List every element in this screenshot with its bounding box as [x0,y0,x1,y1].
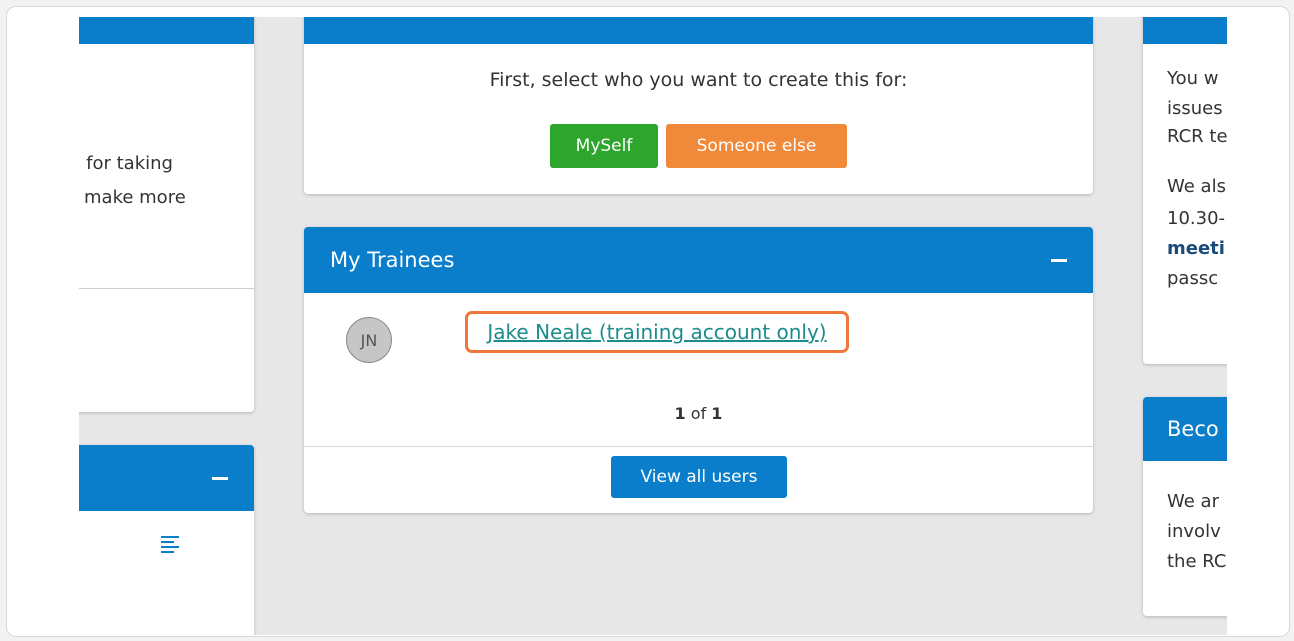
my-trainees-collapse-icon[interactable] [1051,258,1067,262]
right-card-line: issues [1167,98,1223,119]
trainee-link-highlight: Jake Neale (training account only) [465,311,849,353]
page-total: 1 [711,404,723,423]
become-card: Beco We ar involv the RC [1143,397,1227,616]
my-trainees-title: My Trainees [330,248,455,272]
become-card-text: We ar involv the RC [1167,487,1227,577]
my-trainees-card: My Trainees JN Jake Neale (training acco… [304,227,1093,513]
trainees-divider [304,446,1093,447]
right-card-line: We als [1167,176,1226,197]
create-buttons-row: MySelf Someone else [304,124,1093,168]
screenshot-frame: u for taking make more First, select who… [6,6,1290,637]
trainee-avatar: JN [346,317,392,363]
right-card-header [1143,17,1227,44]
page-of-word: of [690,404,707,423]
left-card-text-line2: make more [84,187,186,208]
become-card-line: the RC [1167,551,1227,572]
right-info-card: You w issues RCR te We als 10.30- meeti … [1143,17,1227,364]
pagination-text: 1 of 1 [304,404,1093,423]
left-card-header [79,17,254,44]
create-for-card: First, select who you want to create thi… [304,17,1093,194]
someone-else-button[interactable]: Someone else [666,124,847,168]
left-lower-card-header [79,445,254,511]
left-info-card: u for taking make more [79,17,254,412]
create-prompt-text: First, select who you want to create thi… [489,69,908,91]
right-card-text: You w issues RCR te We als 10.30- meeti … [1167,62,1227,294]
right-card-line: passc [1167,268,1219,289]
create-card-header [304,17,1093,44]
right-card-line: 10.30- [1167,208,1226,229]
become-card-title: Beco [1167,417,1219,441]
view-all-users-button[interactable]: View all users [611,456,787,498]
left-card-text-line1: u for taking [79,153,173,174]
right-card-line-link[interactable]: meeti [1167,234,1227,264]
become-card-header: Beco [1143,397,1227,461]
page-current: 1 [674,404,686,423]
right-card-line: RCR te [1167,126,1227,147]
left-lower-collapse-icon[interactable] [212,476,228,480]
myself-button[interactable]: MySelf [550,124,658,168]
left-card-divider [79,288,254,289]
page-viewport: u for taking make more First, select who… [79,17,1227,635]
list-lines-icon[interactable] [161,536,179,553]
become-card-line: involv [1167,521,1221,542]
become-card-line: We ar [1167,491,1219,512]
right-card-line: You w [1167,68,1219,89]
left-lower-card [79,445,254,635]
my-trainees-header: My Trainees [304,227,1093,293]
trainee-name-link[interactable]: Jake Neale (training account only) [487,320,826,344]
right-card-line [1167,152,1227,170]
